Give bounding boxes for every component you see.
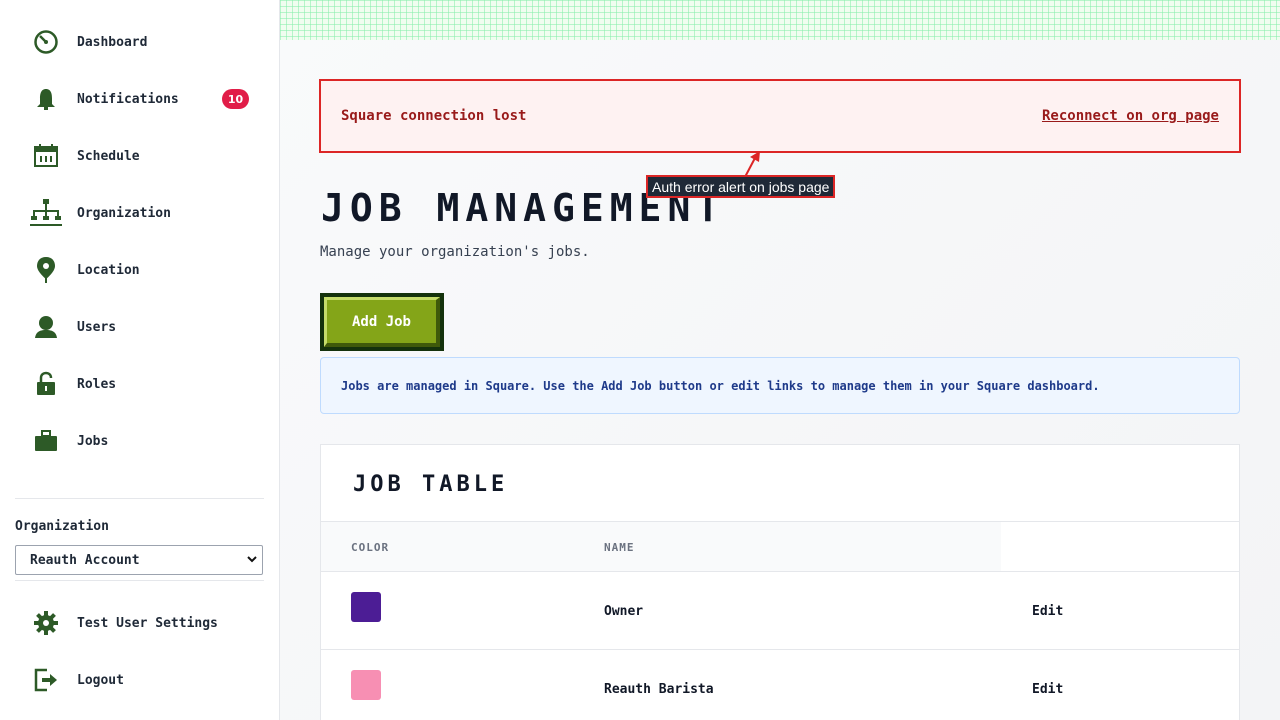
table-header: COLOR NAME	[321, 521, 1239, 572]
sidebar-item-roles[interactable]: Roles	[30, 364, 265, 404]
add-job-button[interactable]: Add Job	[320, 293, 444, 351]
map-pin-icon	[30, 254, 62, 286]
edit-link[interactable]: Edit	[1032, 604, 1063, 619]
column-header-name: NAME	[604, 541, 635, 554]
sidebar-item-label: Notifications	[77, 91, 179, 107]
sidebar-divider	[15, 498, 264, 499]
sidebar-item-label: Organization	[77, 205, 171, 221]
annotation-arrow-icon	[744, 151, 760, 178]
sidebar-nav: Dashboard Notifications 10 Schedule Orga…	[0, 0, 279, 492]
sidebar-item-label: Roles	[77, 376, 117, 392]
notification-count-badge: 10	[222, 89, 249, 109]
test-user-settings-link[interactable]: Test User Settings	[30, 603, 265, 643]
logout-link[interactable]: Logout	[30, 660, 265, 700]
table-header-shade	[321, 522, 1001, 571]
sidebar-item-label: Users	[77, 319, 117, 335]
gear-icon	[30, 607, 62, 639]
calendar-icon	[30, 140, 62, 172]
organization-select[interactable]: Reauth Account	[15, 545, 263, 575]
org-chart-icon	[30, 197, 62, 229]
column-header-color: COLOR	[351, 541, 390, 554]
job-table-card: JOB TABLE COLOR NAME Owner Edit Reauth B…	[320, 444, 1240, 720]
sidebar-item-users[interactable]: Users	[30, 307, 265, 347]
main-content: Square connection lost Reconnect on org …	[280, 0, 1280, 720]
edit-link[interactable]: Edit	[1032, 682, 1063, 697]
sidebar-item-label: Test User Settings	[77, 615, 218, 631]
annotation-label: Auth error alert on jobs page	[646, 175, 836, 198]
sidebar-divider	[15, 580, 264, 581]
briefcase-icon	[30, 425, 62, 457]
job-color-swatch	[351, 670, 381, 700]
table-row: Reauth Barista Edit	[321, 650, 1239, 720]
job-color-swatch	[351, 592, 381, 622]
sidebar: Dashboard Notifications 10 Schedule Orga…	[0, 0, 280, 720]
sidebar-item-schedule[interactable]: Schedule	[30, 136, 265, 176]
unlock-icon	[30, 368, 62, 400]
sidebar-item-label: Dashboard	[77, 34, 148, 50]
sidebar-item-label: Jobs	[77, 433, 109, 449]
grid-pattern-header	[280, 0, 1280, 40]
table-row: Owner Edit	[321, 572, 1239, 650]
reconnect-link[interactable]: Reconnect on org page	[1042, 108, 1219, 124]
logout-icon	[30, 664, 62, 696]
auth-error-alert: Square connection lost Reconnect on org …	[319, 79, 1241, 153]
sidebar-item-location[interactable]: Location	[30, 250, 265, 290]
job-name: Reauth Barista	[604, 682, 714, 697]
sidebar-item-label: Logout	[77, 672, 124, 688]
user-icon	[30, 311, 62, 343]
organization-label: Organization	[15, 519, 109, 534]
chevron-down-icon	[246, 553, 258, 568]
page-subtitle: Manage your organization's jobs.	[320, 244, 590, 260]
sidebar-item-notifications[interactable]: Notifications 10	[30, 79, 265, 119]
sidebar-item-partial[interactable]	[30, 478, 265, 492]
bell-icon	[30, 83, 62, 115]
dashboard-gauge-icon	[30, 26, 62, 58]
job-name: Owner	[604, 604, 644, 619]
alert-message: Square connection lost	[341, 108, 527, 124]
sidebar-item-jobs[interactable]: Jobs	[30, 421, 265, 461]
organization-select-value: Reauth Account	[30, 552, 140, 568]
list-icon	[30, 482, 62, 492]
sidebar-item-label: Location	[77, 262, 140, 278]
info-banner: Jobs are managed in Square. Use the Add …	[320, 357, 1240, 414]
add-job-button-label: Add Job	[324, 297, 440, 347]
sidebar-item-label: Schedule	[77, 148, 140, 164]
sidebar-item-dashboard[interactable]: Dashboard	[30, 22, 265, 62]
table-title: JOB TABLE	[353, 472, 509, 497]
sidebar-item-organization[interactable]: Organization	[30, 193, 265, 233]
